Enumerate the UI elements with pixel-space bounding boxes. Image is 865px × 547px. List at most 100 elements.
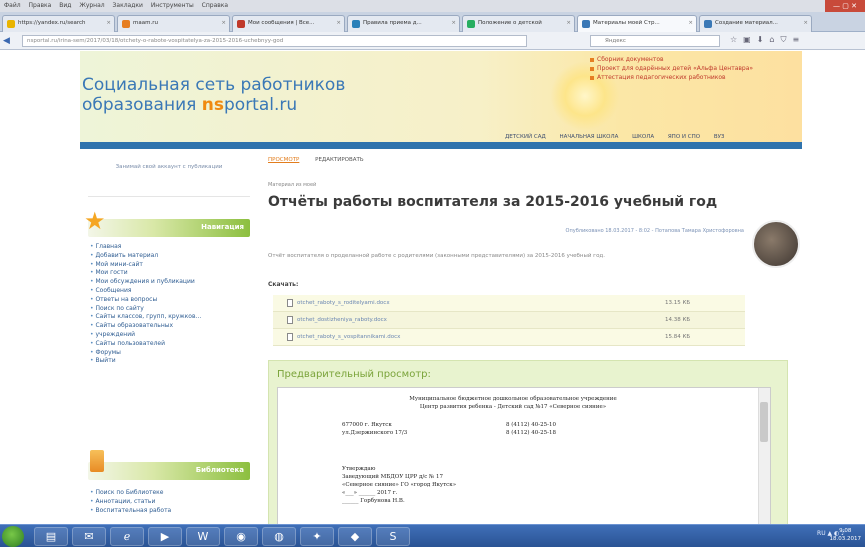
- menu-view[interactable]: Вид: [59, 2, 71, 9]
- nav-item[interactable]: Мои обсуждения и публикации: [90, 278, 201, 287]
- doc-line: Утверждаю: [342, 466, 376, 472]
- nav-item[interactable]: Ответы на вопросы: [90, 296, 201, 305]
- clock[interactable]: 9:08 18.03.2017: [830, 527, 862, 543]
- close-tab-icon[interactable]: ×: [566, 16, 571, 31]
- taskbar-app-icon[interactable]: ◆: [338, 527, 372, 546]
- material-description: Отчёт воспитателя о проделанной работе с…: [268, 253, 605, 259]
- browser-tab[interactable]: https://yandex.ru/search ×: [2, 15, 115, 32]
- toolbar-icons[interactable]: ☆▣⬇⌂⛉≡: [730, 35, 805, 45]
- category-nav: ДЕТСКИЙ САД НАЧАЛЬНАЯ ШКОЛА ШКОЛА ЯПО И …: [505, 132, 736, 142]
- taskbar-app-icon[interactable]: ◉: [224, 527, 258, 546]
- doc-line: 8 (4112) 40-25-18: [506, 430, 556, 436]
- category-link[interactable]: ВУЗ: [714, 134, 725, 140]
- doc-line: 8 (4112) 40-25-10: [506, 422, 556, 428]
- nav-item[interactable]: Сайты классов, групп, кружков...: [90, 313, 201, 322]
- library-item[interactable]: Поиск по Библиотеке: [90, 489, 171, 498]
- taskbar-mail-icon[interactable]: ✉: [72, 527, 106, 546]
- start-button[interactable]: [2, 526, 24, 547]
- breadcrumb[interactable]: Материал из моей: [268, 182, 316, 188]
- nav-item[interactable]: Мой мини-сайт: [90, 261, 201, 270]
- nav-item[interactable]: Сайты образовательных: [90, 322, 201, 331]
- close-tab-icon[interactable]: ×: [688, 16, 693, 31]
- menu-help[interactable]: Справка: [202, 2, 228, 9]
- nav-item[interactable]: Поиск по сайту: [90, 305, 201, 314]
- favicon-icon: [582, 20, 590, 28]
- document-preview[interactable]: Муниципальное бюджетное дошкольное образ…: [277, 387, 771, 524]
- close-tab-icon[interactable]: ×: [221, 16, 226, 31]
- menu-bookmarks[interactable]: Закладки: [113, 2, 143, 9]
- navigation-block-header: ★ Навигация: [84, 209, 250, 237]
- nav-item[interactable]: Главная: [90, 243, 201, 252]
- menu-tools[interactable]: Инструменты: [151, 2, 194, 9]
- library-item[interactable]: Воспитательная работа: [90, 507, 171, 516]
- publish-meta: Опубликовано 18.03.2017 - 8:02 - Потапов…: [565, 228, 744, 234]
- file-row[interactable]: otchet_dostizheniya_raboty.docx 14.38 КБ: [273, 312, 745, 329]
- library-item[interactable]: Аннотации, статьи: [90, 498, 171, 507]
- category-link[interactable]: ДЕТСКИЙ САД: [505, 134, 546, 140]
- nav-item[interactable]: Выйти: [90, 357, 201, 366]
- nav-item[interactable]: учреждений: [90, 331, 201, 340]
- menu-history[interactable]: Журнал: [79, 2, 104, 9]
- category-link[interactable]: ШКОЛА: [632, 134, 654, 140]
- file-row[interactable]: otchet_raboty_s_roditelyami.docx 13.15 КБ: [273, 295, 745, 312]
- close-tab-icon[interactable]: ×: [336, 16, 341, 31]
- file-row[interactable]: otchet_raboty_s_vospitannikami.docx 15.84…: [273, 329, 745, 346]
- library-title: Библиотека: [195, 466, 244, 474]
- browser-tab[interactable]: Положение о детской ×: [462, 15, 575, 32]
- file-link[interactable]: otchet_raboty_s_vospitannikami.docx: [297, 329, 400, 346]
- doc-line: «___» ______ 2017 г.: [342, 490, 398, 496]
- preview-title: Предварительный просмотр:: [277, 369, 431, 380]
- browser-tab[interactable]: Создание материал... ×: [699, 15, 812, 32]
- nav-item[interactable]: Сайты пользователей: [90, 340, 201, 349]
- nav-item[interactable]: Мои гости: [90, 269, 201, 278]
- menu-file[interactable]: Файл: [4, 2, 21, 9]
- category-link[interactable]: ЯПО И СПО: [668, 134, 700, 140]
- nav-item[interactable]: Сообщения: [90, 287, 201, 296]
- taskbar-media-icon[interactable]: ▶: [148, 527, 182, 546]
- file-link[interactable]: otchet_raboty_s_roditelyami.docx: [297, 295, 390, 312]
- nav-item[interactable]: Добавить материал: [90, 252, 201, 261]
- close-tab-icon[interactable]: ×: [106, 16, 111, 31]
- navigation-title: Навигация: [201, 223, 244, 231]
- browser-tabbar: https://yandex.ru/search × maam.ru × Мои с…: [0, 12, 865, 32]
- taskbar-word-icon[interactable]: W: [186, 527, 220, 546]
- site-logo-line1[interactable]: Социальная сеть работников: [82, 75, 345, 95]
- window-controls[interactable]: — ▢ ✕: [825, 0, 865, 12]
- book-icon: [90, 450, 104, 472]
- doc-line: ______ Горбунова Н.В.: [342, 498, 405, 504]
- close-tab-icon[interactable]: ×: [451, 16, 456, 31]
- document-icon: [287, 333, 293, 341]
- header-link[interactable]: Аттестация педагогических работников: [590, 73, 753, 82]
- back-arrow-icon[interactable]: ◀: [3, 35, 15, 47]
- taskbar-skype-icon[interactable]: S: [376, 527, 410, 546]
- file-size: 13.15 КБ: [665, 300, 691, 306]
- taskbar-ie-icon[interactable]: ℯ: [110, 527, 144, 546]
- favicon-icon: [237, 20, 245, 28]
- browser-tab-active[interactable]: Материалы моей Стр... ×: [577, 15, 697, 32]
- page-viewport: Социальная сеть работников образования n…: [0, 51, 865, 524]
- header-link[interactable]: Проект для одарённых детей «Альфа Центав…: [590, 64, 753, 73]
- category-link[interactable]: НАЧАЛЬНАЯ ШКОЛА: [560, 134, 619, 140]
- tab-view[interactable]: ПРОСМОТР: [268, 157, 299, 163]
- search-input[interactable]: Яндекс: [590, 35, 720, 47]
- browser-tab[interactable]: maam.ru ×: [117, 15, 230, 32]
- browser-tab[interactable]: Мои сообщения | Все... ×: [232, 15, 345, 32]
- sidebar-promo[interactable]: Занимай свой аккаунт с публикации: [88, 163, 250, 197]
- header-link[interactable]: Сборник документов: [590, 55, 753, 64]
- preview-scrollbar[interactable]: [758, 388, 770, 524]
- document-icon: [287, 316, 293, 324]
- taskbar-explorer-icon[interactable]: ▤: [34, 527, 68, 546]
- menu-edit[interactable]: Правка: [29, 2, 52, 9]
- browser-tab[interactable]: Правила приема д... ×: [347, 15, 460, 32]
- url-input[interactable]: nsportal.ru/irina-sem/2017/03/18/otchety…: [22, 35, 527, 47]
- avatar[interactable]: [752, 220, 800, 268]
- taskbar-app-icon[interactable]: ✦: [300, 527, 334, 546]
- site-logo-line2[interactable]: образования nsportal.ru: [82, 95, 297, 115]
- nav-item[interactable]: Форумы: [90, 349, 201, 358]
- scrollbar-thumb[interactable]: [760, 402, 768, 442]
- file-link[interactable]: otchet_dostizheniya_raboty.docx: [297, 312, 387, 329]
- doc-line: «Северное сияние» ГО «город Якутск»: [342, 482, 457, 488]
- tab-edit[interactable]: РЕДАКТИРОВАТЬ: [315, 157, 364, 163]
- taskbar-firefox-icon[interactable]: ◍: [262, 527, 296, 546]
- close-tab-icon[interactable]: ×: [803, 16, 808, 31]
